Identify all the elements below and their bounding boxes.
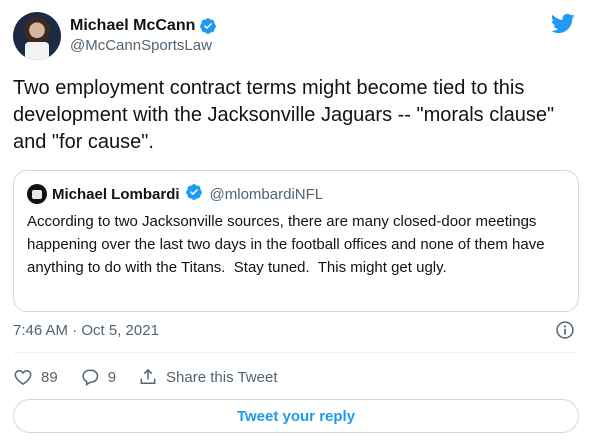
verified-badge-icon [185,183,203,206]
tweet-timestamp[interactable]: 7:46 AM · Oct 5, 2021 [13,321,159,341]
share-button[interactable]: Share this Tweet [138,367,277,387]
quoted-tweet[interactable]: Michael Lombardi @mlombardiNFL According… [13,170,579,312]
like-button[interactable]: 89 [13,367,58,387]
reply-count: 9 [107,368,117,386]
quoted-tweet-text: According to two Jacksonville sources, t… [27,213,549,276]
author-display-name[interactable]: Michael McCann [70,16,195,36]
tweet-text: Two employment contract terms might beco… [13,77,560,153]
tweet-card: Michael McCann @McCannSportsLaw Two empl… [0,0,590,443]
divider [13,352,577,353]
author-handle[interactable]: @McCannSportsLaw [70,36,217,56]
quoted-author-handle: @mlombardiNFL [209,185,324,203]
twitter-bird-icon[interactable] [550,11,575,41]
reply-bubble-icon [80,367,100,387]
info-icon[interactable] [555,320,575,345]
tweet-header: Michael McCann @McCannSportsLaw [13,11,577,63]
share-icon [138,367,158,387]
quoted-tweet-header: Michael Lombardi @mlombardiNFL [27,183,324,206]
reply-action-button[interactable]: 9 [80,367,116,387]
tweet-actions: 89 9 Share this Tweet [13,366,299,388]
share-label: Share this Tweet [166,368,278,386]
quoted-author-display-name: Michael Lombardi [52,185,180,203]
author-names: Michael McCann @McCannSportsLaw [70,16,217,56]
heart-icon [13,367,33,387]
verified-badge-icon [199,17,217,35]
quoted-author-avatar [27,184,47,204]
author-avatar[interactable] [13,12,61,60]
author-display-name-row[interactable]: Michael McCann [70,16,217,36]
like-count: 89 [41,368,58,386]
tweet-your-reply-button[interactable]: Tweet your reply [13,399,579,433]
